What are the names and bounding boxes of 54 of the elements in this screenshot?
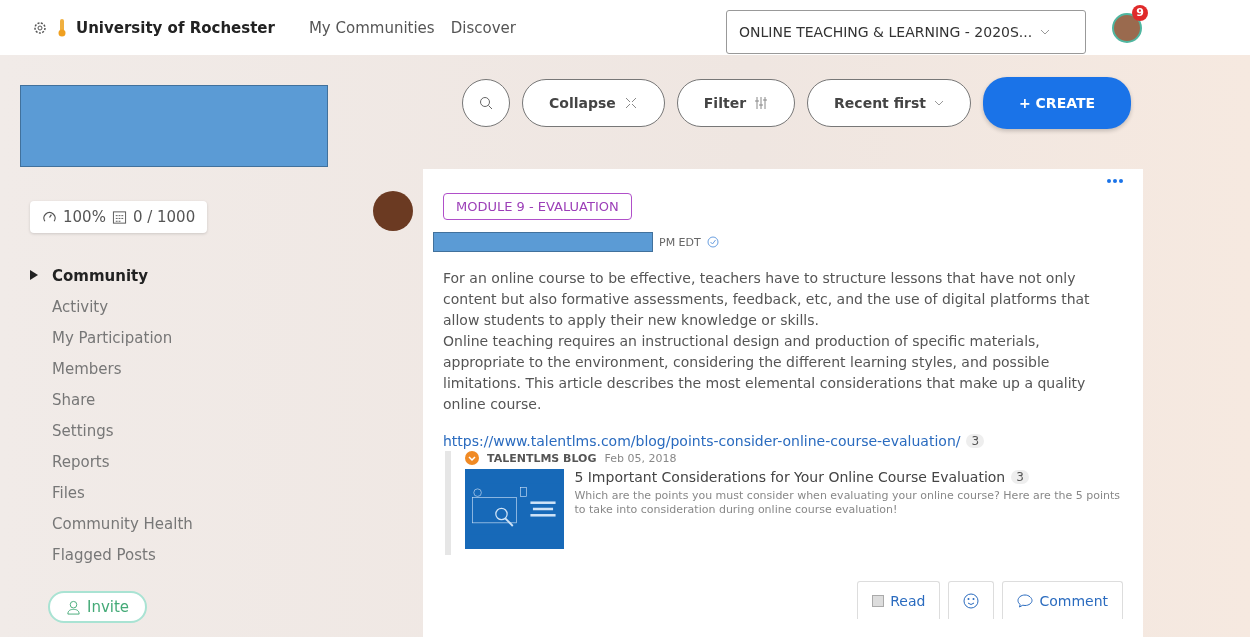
collapse-button[interactable]: Collapse xyxy=(522,79,665,127)
person-icon xyxy=(66,599,81,615)
triangle-icon xyxy=(30,269,38,280)
chevron-icon xyxy=(934,100,944,106)
source-logo-icon xyxy=(465,451,479,465)
speech-bubble-icon xyxy=(1017,593,1034,608)
check-circle-icon xyxy=(706,236,719,248)
invite-button[interactable]: Invite xyxy=(48,591,148,623)
title-count: 3 xyxy=(1011,470,1029,484)
author-avatar[interactable] xyxy=(373,191,413,231)
link-count: 3 xyxy=(966,434,985,448)
read-button[interactable]: Read xyxy=(857,581,941,619)
search-icon xyxy=(479,96,493,110)
sidebar-item[interactable]: Community Health xyxy=(30,513,380,534)
sidebar-item[interactable]: Community xyxy=(30,265,380,286)
calendar-icon xyxy=(111,209,127,225)
sidebar-item[interactable]: Share xyxy=(30,389,380,410)
filter-button[interactable]: Filter xyxy=(676,79,796,127)
sidebar-item[interactable]: Flagged Posts xyxy=(30,544,380,565)
smiley-icon xyxy=(963,592,980,609)
thermometer-icon xyxy=(58,18,66,37)
sliders-icon xyxy=(754,96,769,110)
notification-badge: 9 xyxy=(1132,4,1148,21)
org-name[interactable]: University of Rochester xyxy=(76,18,275,37)
comment-button[interactable]: Comment xyxy=(1002,581,1123,619)
sort-dropdown[interactable]: Recent first xyxy=(807,79,971,127)
create-button[interactable]: + CREATE xyxy=(983,77,1132,129)
sidebar-item[interactable]: My Participation xyxy=(30,327,380,348)
collapse-icon xyxy=(623,96,638,110)
nav-link[interactable]: My Communities xyxy=(308,18,435,37)
post-time: PM EDT xyxy=(659,235,701,249)
article-description: Which are the points you must consider when evaluating your online course? Here are the 5 points to take into consideration during online course evaluation! xyxy=(574,489,1122,517)
source-name: TALENTLMS BLOG xyxy=(487,451,597,465)
chevron-icon xyxy=(1040,28,1051,35)
sidebar-item[interactable]: Reports xyxy=(30,451,380,472)
search-button[interactable] xyxy=(462,79,510,127)
more-icon[interactable] xyxy=(1107,179,1123,183)
nav-link[interactable]: Discover xyxy=(450,18,516,37)
topic-tag[interactable]: MODULE 9 - EVALUATION xyxy=(443,193,632,220)
article-link[interactable]: https://www.talentlms.com/blog/points-consider-online-course-evaluation/ xyxy=(443,433,961,449)
sidebar-item[interactable]: Activity xyxy=(30,296,380,317)
settings-icon[interactable] xyxy=(32,19,48,36)
community-select[interactable]: ONLINE TEACHING & LEARNING - 2020S... xyxy=(726,9,1086,54)
publish-date: Feb 05, 2018 xyxy=(604,451,677,465)
post-text: Online teaching requires an instructional design and production of specific materials, appropriate to the environment, considering the different learning styles, and possible limitations. This article describes the most elemental considerations that make up a quality online course. xyxy=(443,332,1087,414)
sidebar-item[interactable]: Settings xyxy=(30,420,380,441)
member-count: 0 / 1000 xyxy=(132,208,196,226)
post-text: For an online course to be effective, teachers have to structure lessons that have not only content but also formative assessments, feedback, etc, and the use of digital platforms that allow students to apply their new knowledge or skills. xyxy=(443,269,1091,330)
sidebar-item[interactable]: Files xyxy=(30,482,380,503)
progress-value: 100% xyxy=(63,208,106,226)
read-checkbox[interactable] xyxy=(872,594,885,607)
article-title[interactable]: 5 Important Considerations for Your Online Course Evaluation xyxy=(574,469,1006,485)
reaction-button[interactable] xyxy=(948,581,995,619)
sidebar-item[interactable]: Members xyxy=(30,358,380,379)
